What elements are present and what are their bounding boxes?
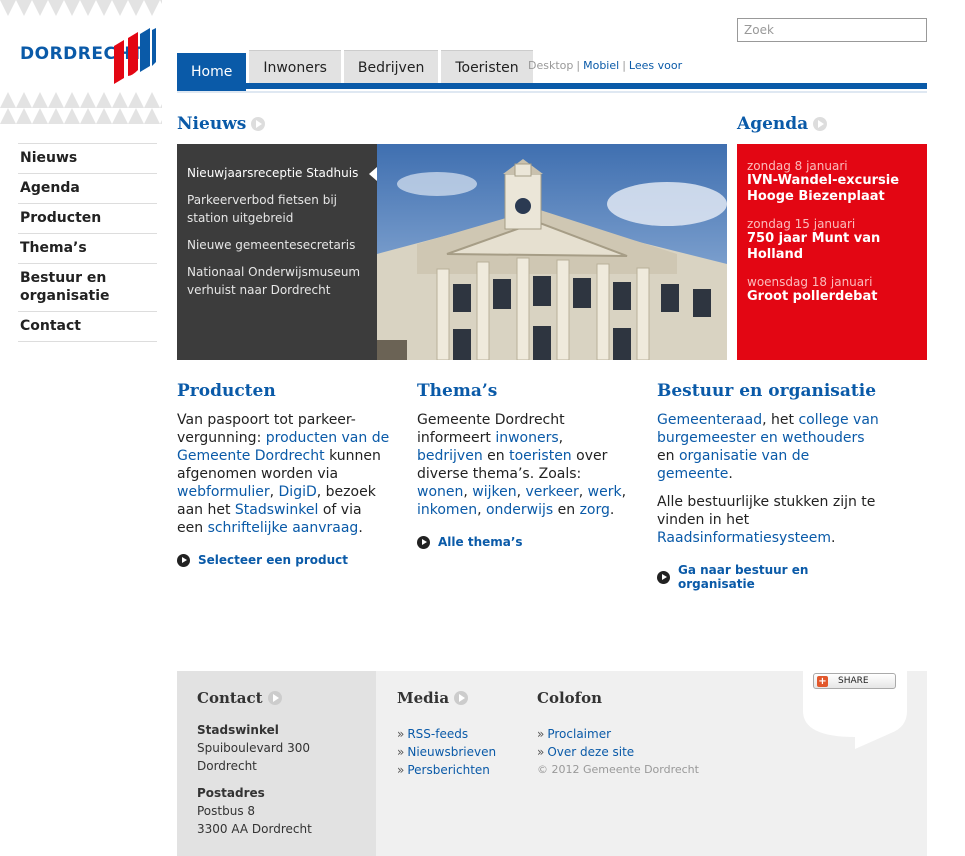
agenda-box: zondag 8 januari IVN-Wandel-excursie Hoo… xyxy=(737,144,927,360)
about-site-link[interactable]: » Over deze site xyxy=(537,743,737,761)
read-aloud-link[interactable]: Lees voor xyxy=(629,59,682,72)
bestuur-text-2: Alle bestuurlijke stukken zijn te vinden… xyxy=(657,494,876,546)
postadres-city: 3300 AA Dordrecht xyxy=(197,822,312,836)
left-nav-contact[interactable]: Contact xyxy=(18,311,157,342)
play-arrow-icon xyxy=(813,117,828,131)
press-releases-link[interactable]: » Persberichten xyxy=(397,761,527,779)
themas-column: Thema’s Gemeente Dordrecht informeert in… xyxy=(417,381,632,549)
raadsinformatiesysteem-link[interactable]: Raadsinformatiesysteem xyxy=(657,530,831,546)
footer-media-heading[interactable]: Media xyxy=(397,689,527,707)
footer-colofon: Colofon » Proclaimer » Over deze site © 20… xyxy=(537,689,737,779)
producten-heading[interactable]: Producten xyxy=(177,381,392,401)
tab-bedrijven[interactable]: Bedrijven xyxy=(343,50,439,85)
news-list: Nieuwjaarsreceptie Stadhuis Parkeerverbo… xyxy=(177,144,377,360)
agenda-item-title[interactable]: Groot pollerdebat xyxy=(747,289,917,305)
postadres-line: Postbus 8 xyxy=(197,804,256,818)
news-item[interactable]: Parkeerverbod fietsen bij station uitgeb… xyxy=(187,191,367,227)
news-item[interactable]: Nieuwjaarsreceptie Stadhuis xyxy=(187,164,377,182)
tab-toeristen[interactable]: Toeristen xyxy=(441,50,533,85)
agenda-date: zondag 8 januari xyxy=(747,159,848,173)
copyright: © 2012 Gemeente Dordrecht xyxy=(537,763,699,776)
news-heading-text: Nieuws xyxy=(177,114,247,134)
left-nav-themas[interactable]: Thema’s xyxy=(18,233,157,263)
footer-colofon-heading: Colofon xyxy=(537,689,603,707)
postadres-label: Postadres xyxy=(197,786,265,800)
left-nav-nieuws[interactable]: Nieuws xyxy=(18,143,157,173)
left-nav-producten[interactable]: Producten xyxy=(18,203,157,233)
tab-inwoners[interactable]: Inwoners xyxy=(249,50,341,85)
gemeenteraad-link[interactable]: Gemeenteraad xyxy=(657,412,762,428)
wonen-link[interactable]: wonen xyxy=(417,484,463,500)
inwoners-link[interactable]: inwoners xyxy=(495,430,558,446)
share-button[interactable]: + SHARE xyxy=(813,673,896,689)
tab-underline-bar xyxy=(177,83,927,89)
play-arrow-icon xyxy=(417,535,430,549)
themas-heading[interactable]: Thema’s xyxy=(417,381,632,401)
newsletters-link[interactable]: » Nieuwsbrieven xyxy=(397,743,527,761)
stadswinkel-label: Stadswinkel xyxy=(197,723,279,737)
agenda-date: woensdag 18 januari xyxy=(747,275,873,289)
stadswinkel-link[interactable]: Stadswinkel xyxy=(235,502,318,518)
bedrijven-link[interactable]: bedrijven xyxy=(417,448,483,464)
logo-area[interactable]: DORDRECHT xyxy=(0,0,162,124)
news-photo[interactable] xyxy=(377,144,727,360)
stadswinkel-address-line: Spuiboulevard 300 xyxy=(197,741,310,755)
news-item[interactable]: Nieuwe gemeentesecretaris xyxy=(187,236,367,254)
agenda-date: zondag 15 januari xyxy=(747,217,856,231)
select-product-button[interactable]: Selecteer een product xyxy=(177,553,392,567)
utility-links: Desktop | Mobiel | Lees voor xyxy=(528,59,683,72)
play-arrow-icon xyxy=(251,117,266,131)
play-arrow-icon xyxy=(454,691,469,705)
toeristen-link[interactable]: toeristen xyxy=(509,448,572,464)
producten-text: Van paspoort tot parkeer-vergunning: pro… xyxy=(177,412,390,536)
inkomen-link[interactable]: inkomen xyxy=(417,502,477,518)
onderwijs-link[interactable]: onderwijs xyxy=(486,502,553,518)
play-arrow-icon xyxy=(657,570,670,584)
werk-link[interactable]: werk xyxy=(588,484,622,500)
left-nav: Nieuws Agenda Producten Thema’s Bestuur … xyxy=(18,143,157,342)
left-nav-agenda[interactable]: Agenda xyxy=(18,173,157,203)
news-heading[interactable]: Nieuws xyxy=(177,114,266,134)
zorg-link[interactable]: zorg xyxy=(580,502,610,518)
main-tabs: Home Inwoners Bedrijven Toeristen xyxy=(177,50,536,91)
triangle-pattern-bottom xyxy=(0,92,162,124)
bestuur-column: Bestuur en organisatie Gemeenteraad, het… xyxy=(657,381,882,591)
agenda-heading-text: Agenda xyxy=(737,114,809,134)
verkeer-link[interactable]: verkeer xyxy=(526,484,579,500)
themas-text: Gemeente Dordrecht informeert inwoners, … xyxy=(417,412,627,518)
footer-contact-heading[interactable]: Contact xyxy=(197,689,356,707)
agenda-heading[interactable]: Agenda xyxy=(737,114,828,134)
rss-feeds-link[interactable]: » RSS-feeds xyxy=(397,725,527,743)
news-item[interactable]: Nationaal Onderwijsmuseum verhuist naar … xyxy=(187,263,367,299)
logo-flag-icon xyxy=(114,28,156,84)
tab-underline-divider xyxy=(177,91,927,93)
plus-icon: + xyxy=(817,675,828,687)
wijken-link[interactable]: wijken xyxy=(472,484,516,500)
play-arrow-icon xyxy=(177,553,190,567)
search-input[interactable] xyxy=(737,18,927,42)
left-nav-bestuur[interactable]: Bestuur en organisatie xyxy=(18,263,157,311)
proclaimer-link[interactable]: » Proclaimer xyxy=(537,725,737,743)
desktop-link[interactable]: Desktop xyxy=(528,59,573,72)
bestuur-heading[interactable]: Bestuur en organisatie xyxy=(657,381,882,401)
digid-link[interactable]: DigiD xyxy=(279,484,317,500)
producten-column: Producten Van paspoort tot parkeer-vergu… xyxy=(177,381,392,567)
play-arrow-icon xyxy=(267,691,282,705)
schriftelijke-aanvraag-link[interactable]: schriftelijke aanvraag xyxy=(208,520,359,536)
bestuur-text: Gemeenteraad, het college van burgemeest… xyxy=(657,412,879,482)
go-to-bestuur-button[interactable]: Ga naar bestuur en organisatie xyxy=(657,563,882,591)
stadswinkel-address-city: Dordrecht xyxy=(197,759,257,773)
footer-contact: Contact Stadswinkel Spuiboulevard 300 Do… xyxy=(177,671,376,856)
organisatie-link[interactable]: organisatie van de gemeente xyxy=(657,448,809,482)
webformulier-link[interactable]: webformulier xyxy=(177,484,270,500)
mobile-link[interactable]: Mobiel xyxy=(583,59,619,72)
all-themes-button[interactable]: Alle thema’s xyxy=(417,535,632,549)
footer-media: Media » RSS-feeds » Nieuwsbrieven » Persber… xyxy=(397,689,527,779)
agenda-item-title[interactable]: 750 jaar Munt van Holland xyxy=(747,231,917,263)
agenda-item-title[interactable]: IVN-Wandel-excursie Hooge Biezenplaat xyxy=(747,173,917,205)
triangle-pattern-top xyxy=(0,0,162,16)
city-hall-image xyxy=(377,144,727,360)
